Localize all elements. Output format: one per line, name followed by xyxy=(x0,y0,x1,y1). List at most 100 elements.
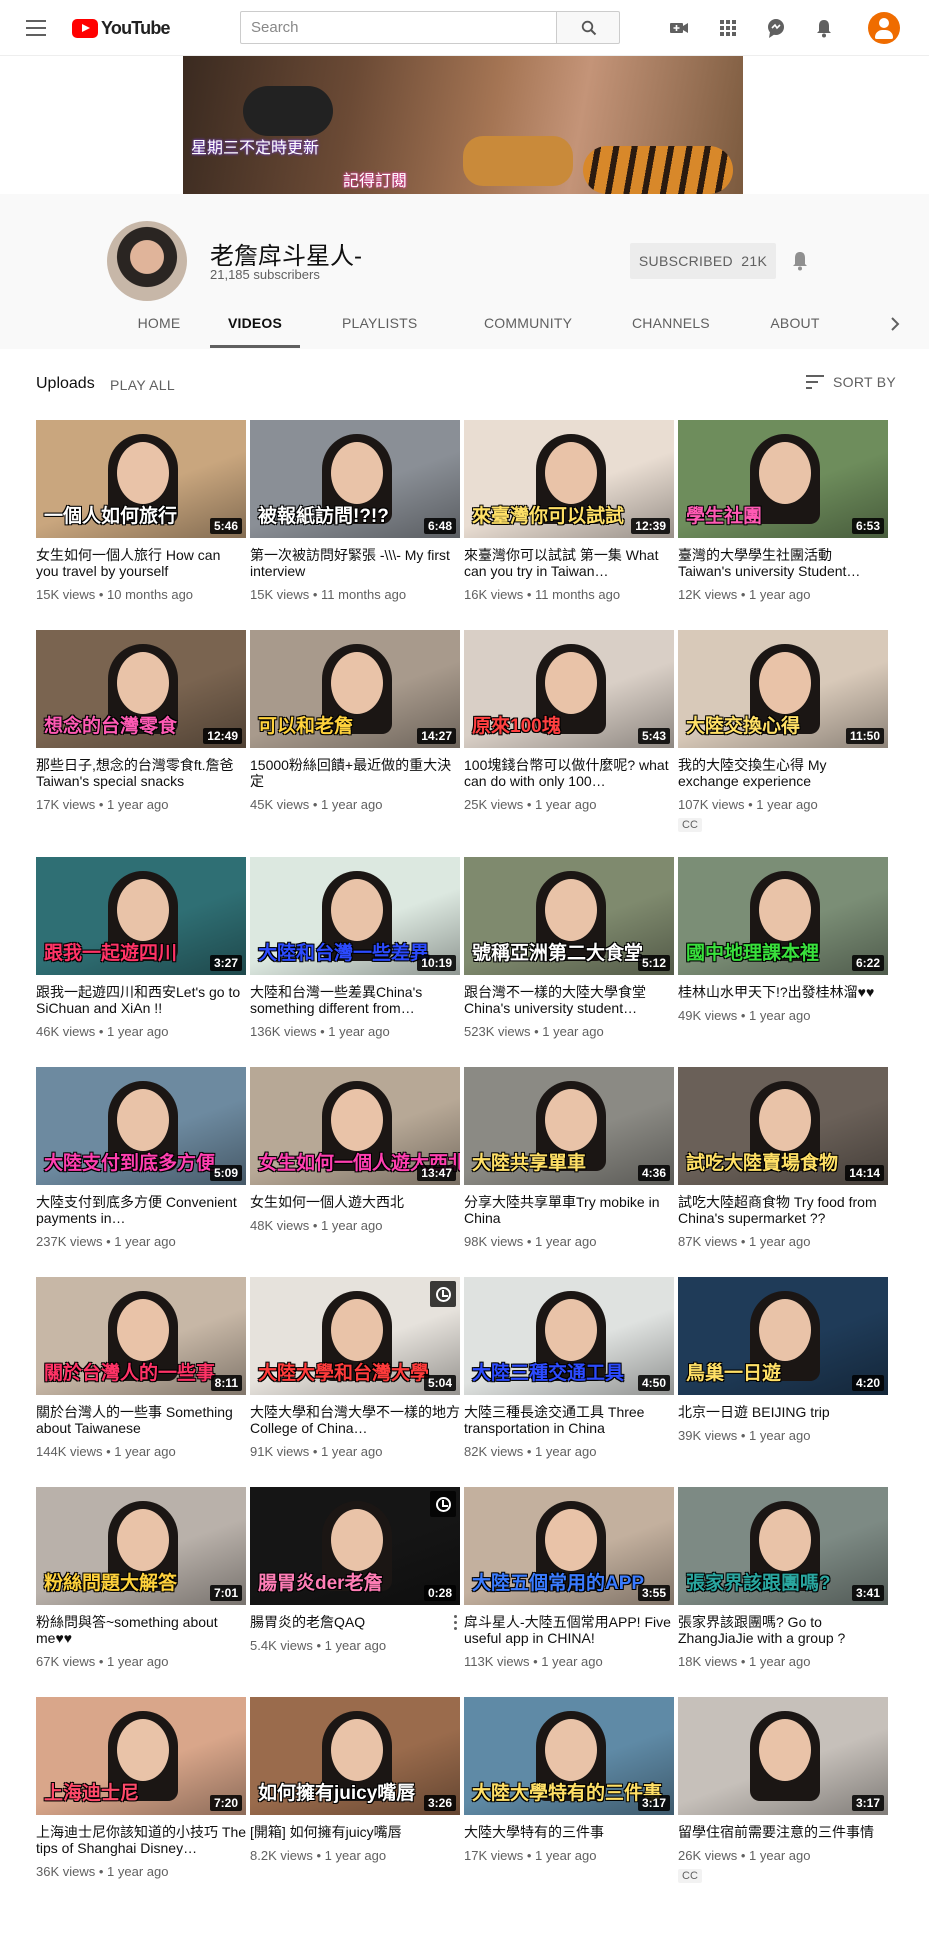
video-thumbnail[interactable]: 國中地理課本裡 6:22 xyxy=(678,857,888,975)
video-title[interactable]: 大陸大學特有的三件事 xyxy=(464,1824,674,1840)
video-thumbnail[interactable]: 3:17 xyxy=(678,1697,888,1815)
video-title[interactable]: 上海迪士尼你該知道的小技巧 The tips of Shanghai Disne… xyxy=(36,1824,246,1856)
video-card[interactable]: 大陸三種交通工具 4:50 大陸三種長途交通工具 Three transportat… xyxy=(464,1277,674,1459)
video-title[interactable]: 分享大陸共享單車Try mobike in China xyxy=(464,1194,674,1226)
video-title[interactable]: 北京一日遊 BEIJING trip xyxy=(678,1404,888,1420)
tab-channels[interactable]: CHANNELS xyxy=(632,302,710,348)
video-title[interactable]: 試吃大陸超商食物 Try food from China's supermark… xyxy=(678,1194,888,1226)
video-card[interactable]: 想念的台灣零食 12:49 那些日子,想念的台灣零食ft.詹爸 Taiwan's s… xyxy=(36,630,246,812)
video-thumbnail[interactable]: 上海迪士尼 7:20 xyxy=(36,1697,246,1815)
video-card[interactable]: 可以和老詹 14:27 15000粉絲回饋+最近做的重大決定 45K views • … xyxy=(250,630,460,812)
notifications-bell-icon[interactable] xyxy=(813,17,835,39)
video-card[interactable]: 國中地理課本裡 6:22 桂林山水甲天下!?出發桂林溜♥♥ 49K views • 1… xyxy=(678,857,888,1023)
video-title[interactable]: 跟我一起遊四川和西安Let's go to SiChuan and XiAn !… xyxy=(36,984,246,1016)
video-thumbnail[interactable]: 關於台灣人的一些事 8:11 xyxy=(36,1277,246,1395)
video-thumbnail[interactable]: 試吃大陸賣場食物 14:14 xyxy=(678,1067,888,1185)
video-title[interactable]: 100塊錢台幣可以做什麼呢? what can do with only 100… xyxy=(464,757,674,789)
watch-later-icon[interactable] xyxy=(430,1281,456,1307)
watch-later-icon[interactable] xyxy=(430,1491,456,1517)
video-thumbnail[interactable]: 被報紙訪問!?!? 6:48 xyxy=(250,420,460,538)
video-card[interactable]: 腸胃炎der老詹 0:28 腸胃炎的老詹QAQ 5.4K views • 1 year… xyxy=(250,1487,460,1653)
video-thumbnail[interactable]: 學生社團 6:53 xyxy=(678,420,888,538)
subscribed-button[interactable]: SUBSCRIBED 21K xyxy=(630,243,776,279)
video-thumbnail[interactable]: 鳥巢一日遊 4:20 xyxy=(678,1277,888,1395)
video-card[interactable]: 被報紙訪問!?!? 6:48 第一次被訪問好緊張 -\\\- My first in… xyxy=(250,420,460,602)
video-card[interactable]: 大陸大學特有的三件事 3:17 大陸大學特有的三件事 17K views • 1 ye… xyxy=(464,1697,674,1863)
video-title[interactable]: 大陸大學和台灣大學不一樣的地方 College of China… xyxy=(250,1404,460,1436)
video-title[interactable]: 臺灣的大學學生社團活動 Taiwan's university Student… xyxy=(678,547,888,579)
video-thumbnail[interactable]: 原來100塊 5:43 xyxy=(464,630,674,748)
video-thumbnail[interactable]: 來臺灣你可以試試 12:39 xyxy=(464,420,674,538)
video-title[interactable]: [開箱] 如何擁有juicy嘴唇 xyxy=(250,1824,460,1840)
video-thumbnail[interactable]: 大陸共享單車 4:36 xyxy=(464,1067,674,1185)
video-thumbnail[interactable]: 想念的台灣零食 12:49 xyxy=(36,630,246,748)
video-thumbnail[interactable]: 腸胃炎der老詹 0:28 xyxy=(250,1487,460,1605)
video-thumbnail[interactable]: 號稱亞洲第二大食堂 5:12 xyxy=(464,857,674,975)
create-video-icon[interactable] xyxy=(668,17,690,39)
play-all-button[interactable]: PLAY ALL xyxy=(110,377,175,393)
video-title[interactable]: 關於台灣人的一些事 Something about Taiwanese xyxy=(36,1404,246,1436)
video-thumbnail[interactable]: 如何擁有juicy嘴唇 3:26 xyxy=(250,1697,460,1815)
video-thumbnail[interactable]: 大陸交換心得 11:50 xyxy=(678,630,888,748)
video-title[interactable]: 那些日子,想念的台灣零食ft.詹爸 Taiwan's special snack… xyxy=(36,757,246,789)
video-card[interactable]: 大陸和台灣一些差異 10:19 大陸和台灣一些差異China's something… xyxy=(250,857,460,1039)
video-title[interactable]: 留學住宿前需要注意的三件事情 xyxy=(678,1824,888,1840)
video-title[interactable]: 女生如何一個人遊大西北 xyxy=(250,1194,460,1210)
video-title[interactable]: 粉絲問與答~something about me♥♥ xyxy=(36,1614,246,1646)
notification-bell-icon[interactable] xyxy=(790,250,810,272)
video-thumbnail[interactable]: 大陸五個常用的APP 3:55 xyxy=(464,1487,674,1605)
chevron-right-icon[interactable] xyxy=(888,315,902,333)
tab-home[interactable]: HOME xyxy=(134,302,184,348)
menu-icon[interactable] xyxy=(26,20,46,36)
search-input[interactable]: Search xyxy=(240,11,557,44)
video-title[interactable]: 跟台灣不一樣的大陸大學食堂 China's university student… xyxy=(464,984,674,1016)
video-title[interactable]: 大陸和台灣一些差異China's something different fro… xyxy=(250,984,460,1016)
video-card[interactable]: 大陸大學和台灣大學 5:04 大陸大學和台灣大學不一樣的地方 College of … xyxy=(250,1277,460,1459)
video-thumbnail[interactable]: 跟我一起遊四川 3:27 xyxy=(36,857,246,975)
video-card[interactable]: 大陸五個常用的APP 3:55 戽斗星人-大陸五個常用APP! Five usefu… xyxy=(464,1487,674,1669)
video-title[interactable]: 腸胃炎的老詹QAQ xyxy=(250,1614,460,1630)
video-thumbnail[interactable]: 大陸和台灣一些差異 10:19 xyxy=(250,857,460,975)
video-card[interactable]: 粉絲問題大解答 7:01 粉絲問與答~something about me♥♥ 67K… xyxy=(36,1487,246,1669)
video-card[interactable]: 跟我一起遊四川 3:27 跟我一起遊四川和西安Let's go to SiChuan… xyxy=(36,857,246,1039)
apps-icon[interactable] xyxy=(717,17,739,39)
sort-by-button[interactable]: SORT BY xyxy=(805,374,896,390)
video-thumbnail[interactable]: 一個人如何旅行 5:46 xyxy=(36,420,246,538)
video-card[interactable]: 試吃大陸賣場食物 14:14 試吃大陸超商食物 Try food from Chin… xyxy=(678,1067,888,1249)
video-thumbnail[interactable]: 大陸大學和台灣大學 5:04 xyxy=(250,1277,460,1395)
more-actions-icon[interactable] xyxy=(454,1615,458,1631)
video-thumbnail[interactable]: 張家界該跟團嗎? 3:41 xyxy=(678,1487,888,1605)
video-title[interactable]: 15000粉絲回饋+最近做的重大決定 xyxy=(250,757,460,789)
video-thumbnail[interactable]: 大陸大學特有的三件事 3:17 xyxy=(464,1697,674,1815)
video-card[interactable]: 女生如何一個人遊大西北 13:47 女生如何一個人遊大西北 48K views • 1… xyxy=(250,1067,460,1233)
search-button[interactable] xyxy=(556,11,620,44)
video-card[interactable]: 學生社團 6:53 臺灣的大學學生社團活動 Taiwan's university … xyxy=(678,420,888,602)
video-card[interactable]: 一個人如何旅行 5:46 女生如何一個人旅行 How can you travel … xyxy=(36,420,246,602)
video-title[interactable]: 大陸三種長途交通工具 Three transportation in China xyxy=(464,1404,674,1436)
video-title[interactable]: 女生如何一個人旅行 How can you travel by yourself xyxy=(36,547,246,579)
video-card[interactable]: 上海迪士尼 7:20 上海迪士尼你該知道的小技巧 The tips of Shang… xyxy=(36,1697,246,1879)
video-card[interactable]: 大陸支付到底多方便 5:09 大陸支付到底多方便 Convenient paymen… xyxy=(36,1067,246,1249)
messages-icon[interactable] xyxy=(765,17,787,39)
video-thumbnail[interactable]: 大陸三種交通工具 4:50 xyxy=(464,1277,674,1395)
video-card[interactable]: 3:17 留學住宿前需要注意的三件事情 26K views • 1 year ago… xyxy=(678,1697,888,1884)
tab-about[interactable]: ABOUT xyxy=(770,302,820,348)
video-title[interactable]: 第一次被訪問好緊張 -\\\- My first interview xyxy=(250,547,460,579)
tab-community[interactable]: COMMUNITY xyxy=(484,302,572,348)
video-card[interactable]: 如何擁有juicy嘴唇 3:26 [開箱] 如何擁有juicy嘴唇 8.2K view… xyxy=(250,1697,460,1863)
video-title[interactable]: 來臺灣你可以試試 第一集 What can you try in Taiwan… xyxy=(464,547,674,579)
video-card[interactable]: 大陸交換心得 11:50 我的大陸交換生心得 My exchange experie… xyxy=(678,630,888,833)
video-card[interactable]: 原來100塊 5:43 100塊錢台幣可以做什麼呢? what can do wit… xyxy=(464,630,674,812)
video-card[interactable]: 大陸共享單車 4:36 分享大陸共享單車Try mobike in China 98K… xyxy=(464,1067,674,1249)
tab-videos[interactable]: VIDEOS xyxy=(210,302,300,348)
video-thumbnail[interactable]: 粉絲問題大解答 7:01 xyxy=(36,1487,246,1605)
account-avatar[interactable] xyxy=(868,12,900,44)
video-thumbnail[interactable]: 可以和老詹 14:27 xyxy=(250,630,460,748)
video-thumbnail[interactable]: 大陸支付到底多方便 5:09 xyxy=(36,1067,246,1185)
video-card[interactable]: 關於台灣人的一些事 8:11 關於台灣人的一些事 Something about T… xyxy=(36,1277,246,1459)
video-title[interactable]: 桂林山水甲天下!?出發桂林溜♥♥ xyxy=(678,984,888,1000)
video-card[interactable]: 來臺灣你可以試試 12:39 來臺灣你可以試試 第一集 What can you t… xyxy=(464,420,674,602)
youtube-logo[interactable]: YouTube xyxy=(72,17,171,39)
video-card[interactable]: 號稱亞洲第二大食堂 5:12 跟台灣不一樣的大陸大學食堂 China's unive… xyxy=(464,857,674,1039)
video-title[interactable]: 我的大陸交換生心得 My exchange experience xyxy=(678,757,888,789)
